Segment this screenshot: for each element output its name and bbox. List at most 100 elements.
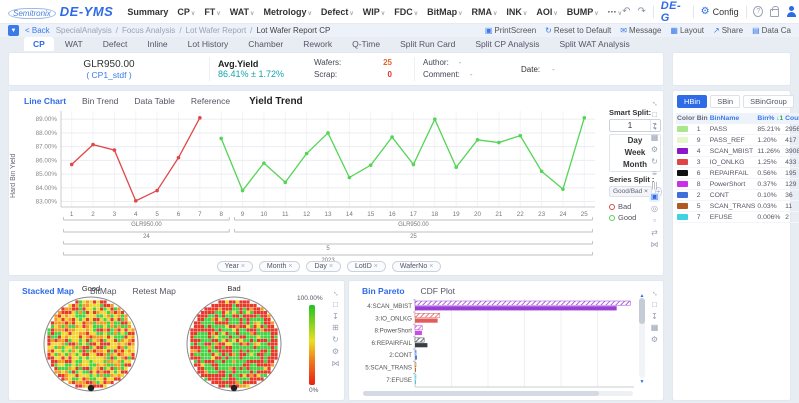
filter-tag-year[interactable]: Year× xyxy=(217,261,253,272)
tool-icon-5[interactable]: ↻ xyxy=(649,158,660,167)
bin-row-PASS[interactable]: 1PASS85.21%29568 xyxy=(676,124,799,135)
tab-lot-history[interactable]: Lot History xyxy=(179,37,238,51)
scroll-down-icon[interactable]: ▼ xyxy=(639,379,645,385)
tab-inline[interactable]: Inline xyxy=(138,37,176,51)
bin-col-count[interactable]: Count xyxy=(784,113,799,124)
undo-icon[interactable]: ↶ xyxy=(622,7,630,17)
yield-trend-chart[interactable]: 83.00%84.00%85.00%86.00%87.00%88.00%89.0… xyxy=(19,107,609,265)
tool-icon-0[interactable]: ↔ xyxy=(330,289,341,298)
trend-tab-data-table[interactable]: Data Table xyxy=(127,95,181,107)
bin-col-bin%[interactable]: Bin% ↓1 xyxy=(756,113,784,124)
layout-button[interactable]: ▦Layout xyxy=(670,26,704,35)
tool-icon-8[interactable]: ▣ xyxy=(649,193,660,202)
tab-rework[interactable]: Rework xyxy=(294,37,341,51)
tab-wat[interactable]: WAT xyxy=(56,37,92,51)
tool-icon-4[interactable]: ⚙ xyxy=(649,146,660,155)
menu-item-metrology[interactable]: Metrology∨ xyxy=(263,7,311,17)
tool-icon-3[interactable]: ▦ xyxy=(649,134,660,143)
pareto-tab-cdf-plot[interactable]: CDF Plot xyxy=(414,285,462,297)
menu-item-defect[interactable]: Defect∨ xyxy=(321,7,354,17)
tab-split-cp-analysis[interactable]: Split CP Analysis xyxy=(466,37,548,51)
menu-item-···[interactable]: ···∨ xyxy=(608,7,622,17)
tool-icon-3[interactable]: ⊞ xyxy=(330,324,341,333)
menu-item-aoi[interactable]: AOI∨ xyxy=(536,7,557,17)
remove-tag-icon[interactable]: × xyxy=(329,263,333,270)
horizontal-scrollbar[interactable] xyxy=(363,391,633,396)
trend-tab-bin-trend[interactable]: Bin Trend xyxy=(75,95,125,107)
tool-icon-9[interactable]: ◎ xyxy=(649,205,660,214)
tool-icon-0[interactable]: ↔ xyxy=(649,99,660,108)
wafer-map-bad[interactable] xyxy=(184,294,284,394)
breadcrumb-item[interactable]: SpecialAnalysis xyxy=(56,26,112,35)
tab-split-run-card[interactable]: Split Run Card xyxy=(391,37,464,51)
bin-row-SCAN_TRANS[interactable]: 5SCAN_TRANS0.03%11 xyxy=(676,201,799,212)
tool-icon-11[interactable]: ⇄ xyxy=(649,229,660,238)
reset-to-default-button[interactable]: ↻Reset to Default xyxy=(545,26,611,35)
data-ca-button[interactable]: ▤Data Ca xyxy=(752,26,791,35)
tool-icon-1[interactable]: □ xyxy=(649,301,660,310)
share-button[interactable]: ↗Share xyxy=(713,26,743,35)
bin-tab-sbin[interactable]: SBin xyxy=(710,95,740,108)
back-button[interactable]: < Back xyxy=(25,26,50,35)
tool-icon-0[interactable]: ↔ xyxy=(649,289,660,298)
user-icon[interactable] xyxy=(786,6,795,17)
bin-row-IO_ONLKG[interactable]: 3IO_ONLKG1.25%433 xyxy=(676,157,799,168)
remove-tag-icon[interactable]: × xyxy=(241,263,245,270)
tab-defect[interactable]: Defect xyxy=(94,37,137,51)
tool-icon-6[interactable]: ⋈ xyxy=(330,360,341,369)
deg-logo[interactable]: DE-G xyxy=(661,0,686,24)
menu-item-ft[interactable]: FT∨ xyxy=(204,7,220,17)
bin-tab-sbingroup[interactable]: SBinGroup xyxy=(743,95,794,108)
config-button[interactable]: ⚙ Config xyxy=(701,6,739,17)
remove-tag-icon[interactable]: × xyxy=(429,263,433,270)
help-icon[interactable]: ? xyxy=(753,6,763,17)
bin-row-SCAN_MBIST[interactable]: 4SCAN_MBIST11.26%3908 xyxy=(676,146,799,157)
bin-col-bin[interactable]: Bin xyxy=(696,113,709,124)
tab-q-time[interactable]: Q-Time xyxy=(343,37,389,51)
printscreen-button[interactable]: ▣PrintScreen xyxy=(485,26,536,35)
tab-cp[interactable]: CP xyxy=(24,37,54,51)
trend-tab-reference[interactable]: Reference xyxy=(184,95,237,107)
series-split-tag[interactable]: Good/Bad × xyxy=(609,186,652,197)
tool-icon-4[interactable]: ⚙ xyxy=(649,336,660,345)
tool-icon-7[interactable]: ||| xyxy=(649,182,660,191)
tool-icon-1[interactable]: □ xyxy=(649,111,660,120)
filter-tag-month[interactable]: Month× xyxy=(259,261,301,272)
filter-tag-lotid[interactable]: LotID× xyxy=(347,261,386,272)
remove-tag-icon[interactable]: × xyxy=(288,263,292,270)
tab-split-wat-analysis[interactable]: Split WAT Analysis xyxy=(550,37,638,51)
tab-chamber[interactable]: Chamber xyxy=(239,37,292,51)
tool-icon-2[interactable]: ↧ xyxy=(649,123,660,132)
message-button[interactable]: ✉Message xyxy=(620,26,661,35)
menu-item-cp[interactable]: CP∨ xyxy=(177,7,195,17)
bin-col-binname[interactable]: BinName xyxy=(709,113,757,124)
tool-icon-5[interactable]: ⚙ xyxy=(330,348,341,357)
wafer-map-good[interactable] xyxy=(41,294,141,394)
menu-item-wat[interactable]: WAT∨ xyxy=(230,7,255,17)
redo-icon[interactable]: ↷ xyxy=(637,7,645,17)
tool-icon-12[interactable]: ⋈ xyxy=(649,241,660,250)
tool-icon-10[interactable]: ▫ xyxy=(649,217,660,226)
bin-col-color[interactable]: Color xyxy=(676,113,696,124)
tool-icon-3[interactable]: ▦ xyxy=(649,324,660,333)
bin-row-PASS_REF[interactable]: 9PASS_REF1.20%417 xyxy=(676,135,799,146)
bin-row-REPAIRFAIL[interactable]: 6REPAIRFAIL0.56%195 xyxy=(676,168,799,179)
pareto-tab-bin-pareto[interactable]: Bin Pareto xyxy=(355,285,412,297)
tool-icon-1[interactable]: □ xyxy=(330,301,341,310)
breadcrumb-item[interactable]: Lot Wafer Report xyxy=(186,26,247,35)
trend-tab-line-chart[interactable]: Line Chart xyxy=(17,95,73,107)
store-icon[interactable] xyxy=(770,9,779,17)
tool-icon-2[interactable]: ↧ xyxy=(649,313,660,322)
menu-item-summary[interactable]: Summary xyxy=(127,7,168,17)
bin-tab-hbin[interactable]: HBin xyxy=(677,95,707,108)
menu-item-fdc[interactable]: FDC∨ xyxy=(394,7,418,17)
breadcrumb-item[interactable]: Lot Wafer Report CP xyxy=(256,26,330,35)
filter-icon[interactable]: ▼ xyxy=(8,25,19,36)
menu-item-bump[interactable]: BUMP∨ xyxy=(567,7,599,17)
tool-icon-6[interactable]: ≡ xyxy=(649,170,660,179)
tool-icon-4[interactable]: ↻ xyxy=(330,336,341,345)
breadcrumb-item[interactable]: Focus Analysis xyxy=(122,26,175,35)
bin-row-PowerShort[interactable]: 8PowerShort0.37%129 xyxy=(676,179,799,190)
bin-row-EFUSE[interactable]: 7EFUSE0.006%2 xyxy=(676,212,799,223)
filter-tag-day[interactable]: Day× xyxy=(306,261,341,272)
